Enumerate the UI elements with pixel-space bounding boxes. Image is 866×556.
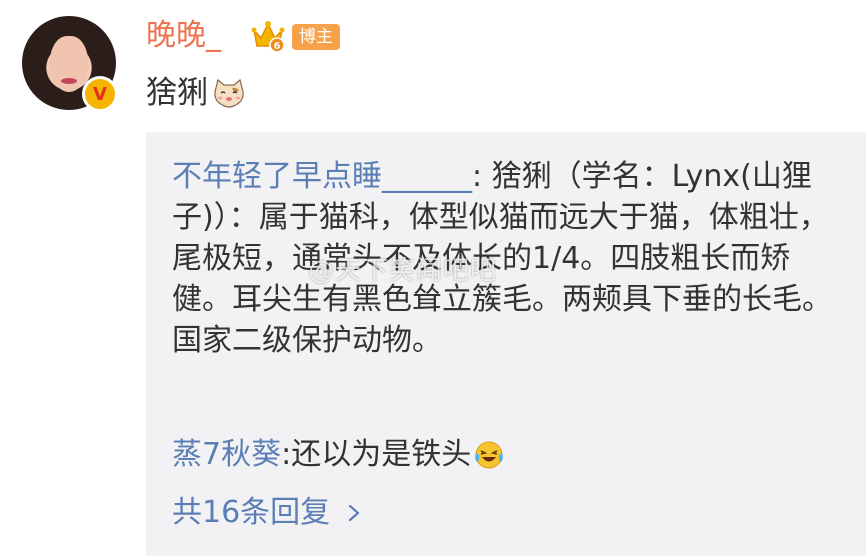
vip-level-text: 6 xyxy=(274,41,281,52)
post-username[interactable]: 晚晚_ xyxy=(146,16,221,56)
watermark: @天下笑闻吧吧 xyxy=(308,256,498,286)
more-replies-label: 共16条回复 xyxy=(172,495,331,530)
laughing-tears-emoji-icon xyxy=(475,441,504,469)
comment-separator: : xyxy=(281,437,292,472)
post-content: 猞猁 xyxy=(146,72,246,114)
verified-badge-icon: V xyxy=(82,76,118,112)
vip-crown-icon[interactable]: 6 xyxy=(250,18,286,54)
comment-text: 还以为是铁头 xyxy=(291,437,472,472)
avatar-lips xyxy=(61,78,77,84)
comment-item: 不年轻了早点睡______: 猞猁（学名：Lynx(山狸子)）：属于猫科，体型似… xyxy=(172,156,832,361)
cat-face-emoji-icon xyxy=(214,78,244,108)
more-replies-link[interactable]: 共16条回复 xyxy=(172,492,364,534)
post-text: 猞猁 xyxy=(146,75,208,111)
comment-user-link[interactable]: 不年轻了早点睡______ xyxy=(172,159,472,194)
comment-item: 蒸7秋葵: 还以为是铁头 xyxy=(172,434,505,476)
chevron-right-icon xyxy=(349,504,360,522)
blogger-badge: 博主 xyxy=(292,24,340,50)
comment-separator: : xyxy=(472,159,483,194)
comment-user-link[interactable]: 蒸7秋葵 xyxy=(172,434,281,476)
